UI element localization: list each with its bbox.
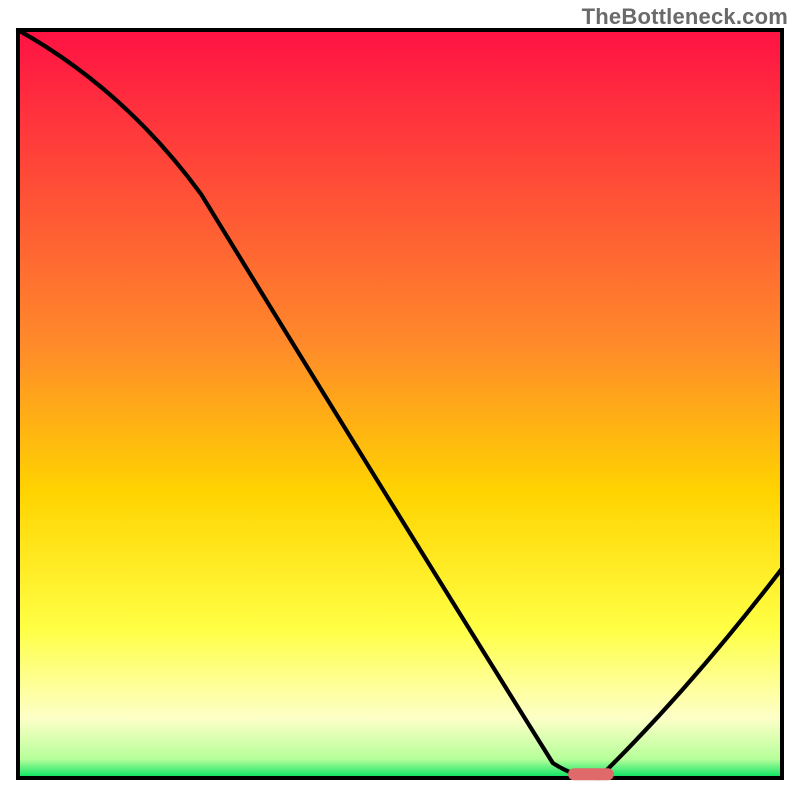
optimum-marker [568,768,614,780]
bottleneck-curve-chart [0,0,800,800]
plot-background [18,30,782,778]
chart-container: TheBottleneck.com [0,0,800,800]
